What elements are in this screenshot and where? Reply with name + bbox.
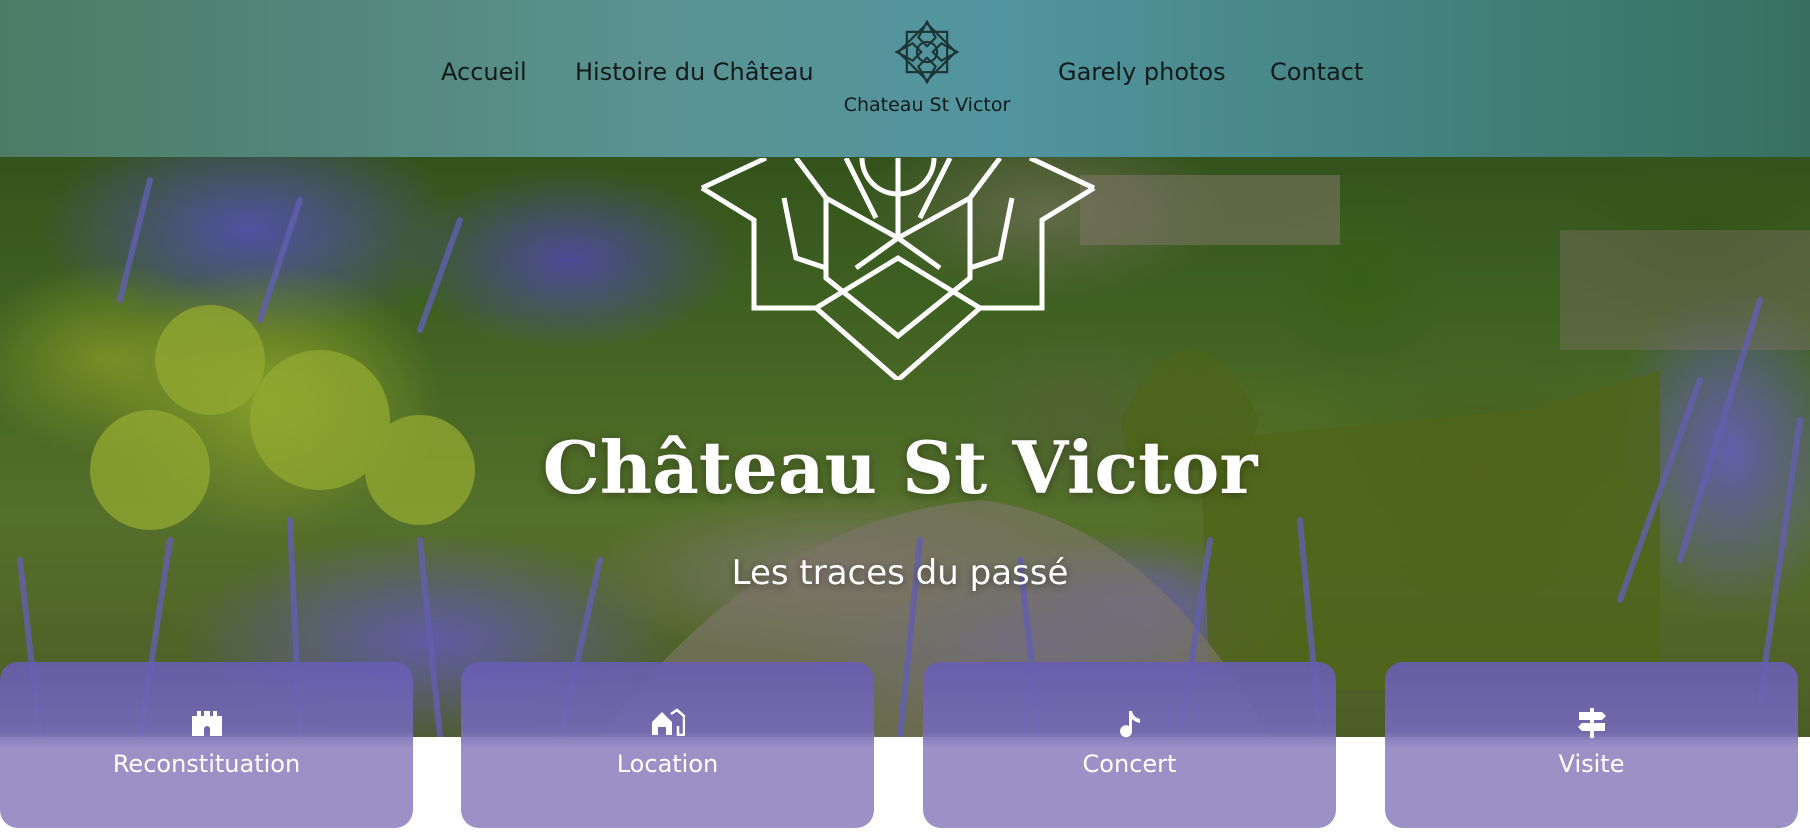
hero-subtitle: Les traces du passé: [731, 553, 1069, 593]
houses-icon: [651, 708, 685, 736]
card-label: Concert: [1082, 750, 1177, 778]
nav-link-garely-photos[interactable]: Garely photos: [1058, 58, 1226, 90]
card-reconstituation[interactable]: Reconstituation: [0, 662, 413, 828]
card-label: Reconstituation: [112, 750, 301, 778]
hero-title: Château St Victor: [542, 425, 1258, 510]
card-concert[interactable]: Concert: [923, 662, 1336, 828]
castle-icon: [191, 711, 222, 736]
card-icon-wrap: [1385, 708, 1798, 740]
nav-link-accueil[interactable]: Accueil: [441, 58, 527, 90]
card-icon-wrap: [923, 708, 1336, 740]
card-icon-wrap: [461, 708, 874, 740]
card-icon-wrap: [0, 708, 413, 740]
card-visite[interactable]: Visite: [1385, 662, 1798, 828]
signpost-icon: [1577, 708, 1606, 738]
chateau-emblem-icon: [700, 158, 1096, 380]
brand-logo[interactable]: Chateau St Victor: [842, 16, 1012, 126]
nav-link-contact[interactable]: Contact: [1270, 58, 1363, 90]
music-note-icon: [1119, 711, 1140, 738]
chateau-emblem-icon: [894, 19, 960, 85]
card-label: Visite: [1558, 750, 1625, 778]
nav-link-histoire[interactable]: Histoire du Château: [575, 58, 814, 90]
card-label: Location: [616, 750, 719, 778]
top-navigation-bar: Accueil Histoire du Château Chateau St V…: [0, 0, 1810, 157]
brand-name: Chateau St Victor: [843, 94, 1011, 116]
card-location[interactable]: Location: [461, 662, 874, 828]
